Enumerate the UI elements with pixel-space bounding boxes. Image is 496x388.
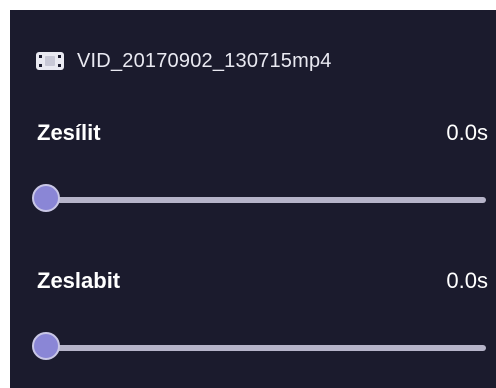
fade-out-slider[interactable] bbox=[20, 330, 494, 366]
fade-in-slider-track[interactable] bbox=[46, 197, 486, 203]
audio-fade-panel: VID_20170902_130715mp4 Zesílit 0.0s Zesl… bbox=[10, 10, 496, 388]
fade-in-label: Zesílit bbox=[37, 120, 101, 145]
fade-out-label: Zeslabit bbox=[37, 268, 121, 293]
fade-out-slider-thumb[interactable] bbox=[32, 332, 60, 360]
fade-out-slider-track[interactable] bbox=[46, 345, 486, 351]
fade-in-slider-thumb[interactable] bbox=[32, 184, 60, 212]
file-name: VID_20170902_130715mp4 bbox=[77, 49, 332, 72]
fade-in-slider[interactable] bbox=[20, 182, 494, 218]
fade-out-value: 0.0s bbox=[446, 268, 488, 293]
file-header: VID_20170902_130715mp4 bbox=[36, 46, 332, 76]
fade-in-value: 0.0s bbox=[446, 120, 488, 145]
film-icon bbox=[36, 52, 64, 70]
